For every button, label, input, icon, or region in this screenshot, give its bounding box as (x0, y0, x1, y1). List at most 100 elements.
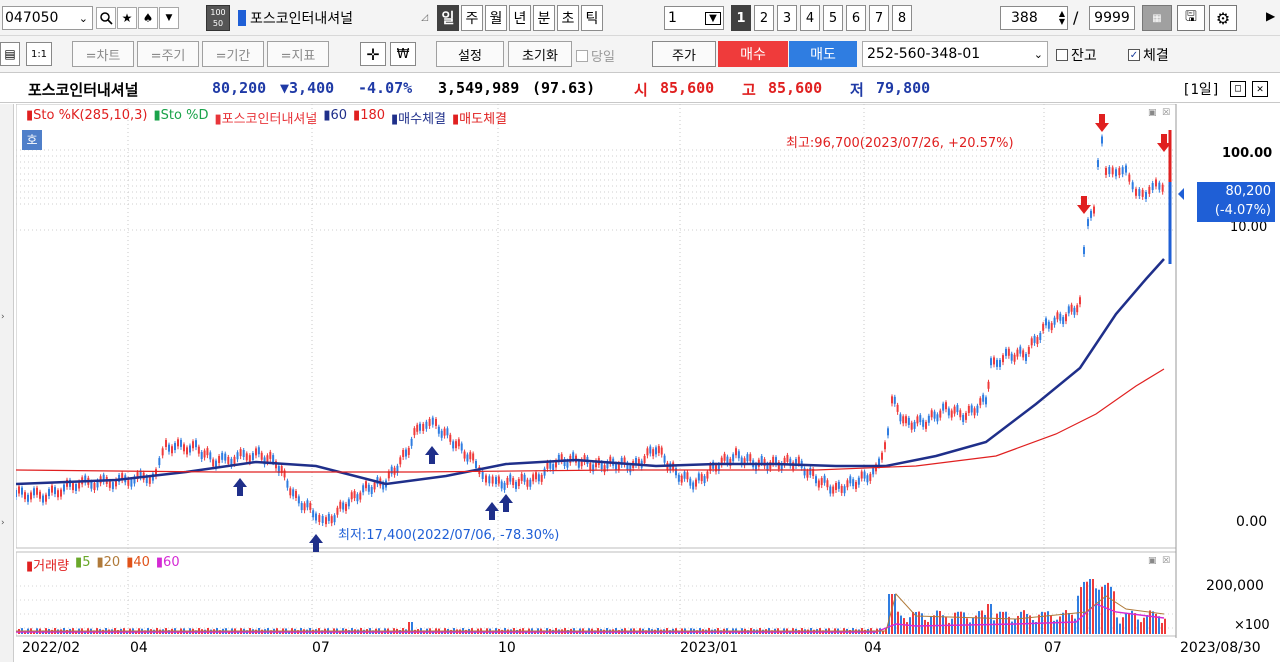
quote-volume-ratio: (97.63) (532, 79, 596, 97)
candle-body (1047, 321, 1050, 329)
candle-body (692, 482, 695, 490)
left-collapse-arrow[interactable]: › (1, 518, 5, 528)
settings-button[interactable]: 설정 (436, 41, 504, 67)
grid-view-icon[interactable]: ▦ (1142, 5, 1172, 31)
chevron-down-icon[interactable]: ⌄ (79, 12, 88, 25)
volume-bar (1158, 616, 1160, 634)
candle-body (881, 452, 883, 460)
table-icon[interactable]: ▤ (0, 42, 20, 66)
legend-item-vol-ma5[interactable]: ▮5 (75, 555, 90, 574)
balance-checkbox[interactable]: 잔고 (1056, 45, 1097, 65)
close-icon[interactable]: ✕ (1252, 81, 1268, 97)
number-button-8[interactable]: 8 (892, 5, 912, 31)
gear-icon[interactable]: ⚙ (1209, 5, 1237, 31)
tab-week[interactable]: 주 (461, 5, 483, 31)
corner-resize-icon[interactable]: ◿ (421, 13, 428, 23)
panel-restore-icon[interactable]: ▣ (1148, 556, 1157, 566)
count-stepper[interactable]: 388 ▲ ▼ (1000, 6, 1068, 30)
chevron-down-icon[interactable]: ⌄ (1034, 48, 1043, 61)
tab-minute[interactable]: 분 (533, 5, 555, 31)
number-button-7[interactable]: 7 (869, 5, 889, 31)
dropdown-arrow-icon[interactable]: ▼ (159, 7, 179, 29)
period-button[interactable]: =기간 (202, 41, 264, 67)
legend-item-ma60[interactable]: ▮60 (323, 108, 347, 127)
indicator-button[interactable]: =지표 (267, 41, 329, 67)
number-button-6[interactable]: 6 (846, 5, 866, 31)
candle-body (309, 502, 312, 510)
left-collapse-arrow[interactable]: › (1, 312, 5, 322)
star-icon[interactable]: ★ (117, 7, 137, 29)
stock-name-field[interactable]: 포스코인터내셔널 ◿ (234, 6, 428, 30)
won-icon[interactable]: ₩ (390, 42, 416, 66)
expand-right-icon[interactable]: ▶ (1266, 9, 1275, 23)
candle-body (852, 479, 855, 487)
candle-body (675, 468, 677, 476)
account-select[interactable]: 252-560-348-01 ⌄ (862, 41, 1048, 67)
legend-item-sell-fill[interactable]: ▮매도체결 (452, 108, 507, 127)
max-count-input[interactable]: 9999 (1089, 6, 1135, 30)
side-tag[interactable]: 호 (22, 130, 42, 150)
legend-item-vol-ma20[interactable]: ▮20 (96, 555, 120, 574)
spade-icon[interactable]: ♠ (138, 7, 158, 29)
chart-button[interactable]: =차트 (72, 41, 134, 67)
dropdown-arrow-icon[interactable]: ▼ (705, 11, 721, 25)
legend-item-vol-ma60[interactable]: ▮60 (156, 555, 180, 574)
tab-second[interactable]: 초 (557, 5, 579, 31)
cycle-button[interactable]: =주기 (137, 41, 199, 67)
checkbox-box[interactable] (576, 49, 588, 62)
search-icon[interactable] (96, 7, 116, 29)
legend-item-sto-k[interactable]: ▮Sto %K(285,10,3) (26, 108, 148, 127)
candle-body (523, 474, 526, 482)
save-icon[interactable]: 🖫 (1177, 5, 1205, 31)
buy-button[interactable]: 매수 (718, 41, 788, 67)
candle-body (1079, 297, 1081, 305)
volume-bar (1125, 612, 1127, 634)
checkbox-box[interactable] (1056, 49, 1068, 61)
chart-area[interactable]: ▮Sto %K(285,10,3) ▮Sto %D ▮포스코인터내셔널 ▮60 … (16, 104, 1280, 662)
candle-body (1016, 349, 1019, 357)
panel-close-icon[interactable]: ☒ (1162, 108, 1170, 118)
candle-body (57, 490, 59, 498)
panel-close-icon[interactable]: ☒ (1162, 556, 1170, 566)
hundred-fifty-toggle[interactable]: 100 50 (206, 5, 230, 31)
stock-code-input[interactable]: 047050 ⌄ (2, 6, 93, 30)
tab-month[interactable]: 월 (485, 5, 507, 31)
volume-bar (924, 619, 926, 634)
panel-restore-icon[interactable]: ▣ (1148, 108, 1157, 118)
maximize-icon[interactable]: □ (1230, 81, 1246, 97)
candle-body (905, 416, 907, 424)
ratio-button[interactable]: 1:1 (26, 42, 52, 66)
tab-tick[interactable]: 틱 (581, 5, 603, 31)
period-value-select[interactable]: 1 ▼ (664, 6, 724, 30)
candle-body (896, 404, 899, 412)
legend-item-ma180[interactable]: ▮180 (353, 108, 385, 127)
price-button[interactable]: 주가 (652, 41, 716, 67)
spin-icon[interactable]: ▲ ▼ (1059, 10, 1065, 26)
sell-button[interactable]: 매도 (789, 41, 857, 67)
tab-day[interactable]: 일 (437, 5, 459, 31)
fill-checkbox[interactable]: ✓ 체결 (1128, 45, 1169, 65)
volume-bar (1032, 620, 1034, 634)
candle-body (572, 452, 575, 460)
number-button-4[interactable]: 4 (800, 5, 820, 31)
candle-body (402, 450, 405, 458)
volume-bar (1029, 615, 1031, 634)
legend-item-vol-ma40[interactable]: ▮40 (126, 555, 150, 574)
left-scroll-strip[interactable] (0, 104, 14, 662)
legend-item-volume[interactable]: ▮거래량 (26, 555, 69, 574)
number-button-3[interactable]: 3 (777, 5, 797, 31)
checkbox-checked-icon[interactable]: ✓ (1128, 49, 1140, 61)
legend-item-stock[interactable]: ▮포스코인터내셔널 (214, 108, 317, 127)
tab-year[interactable]: 년 (509, 5, 531, 31)
number-button-1[interactable]: 1 (731, 5, 751, 31)
legend-item-sto-d[interactable]: ▮Sto %D (154, 108, 209, 127)
number-button-5[interactable]: 5 (823, 5, 843, 31)
legend-item-buy-fill[interactable]: ▮매수체결 (391, 108, 446, 127)
reset-button[interactable]: 초기화 (508, 41, 572, 67)
quote-stock-name: 포스코인터내셔널 (28, 81, 139, 99)
candle-body (549, 461, 552, 469)
today-checkbox[interactable]: 당일 (576, 46, 615, 65)
chart-svg[interactable] (16, 104, 1280, 662)
number-button-2[interactable]: 2 (754, 5, 774, 31)
crosshair-icon[interactable]: ✛ (360, 42, 386, 66)
